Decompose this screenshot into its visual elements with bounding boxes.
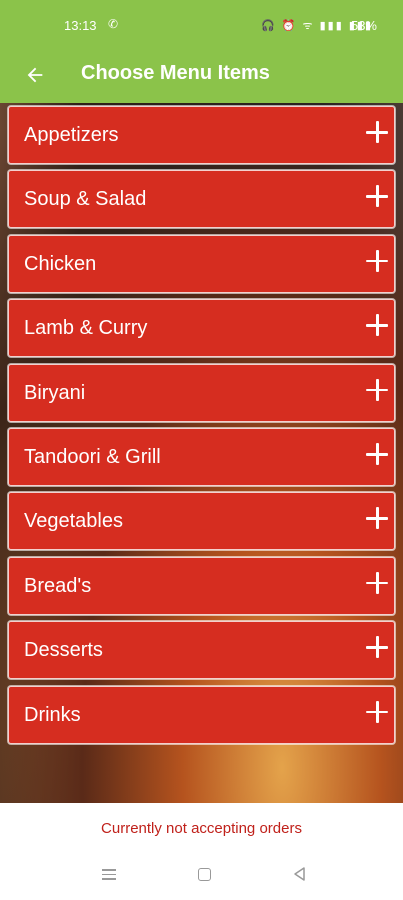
category-label: Biryani — [24, 381, 86, 404]
category-label: Soup & Salad — [24, 188, 147, 211]
category-label: Bread's — [24, 574, 92, 597]
category-label: Tandoori & Grill — [24, 445, 161, 468]
menu-category-desserts[interactable]: Desserts — [8, 621, 395, 680]
plus-icon[interactable] — [366, 571, 388, 594]
menu-category-lamb-curry[interactable]: Lamb & Curry — [8, 299, 395, 358]
menu-category-tandoori-grill[interactable]: Tandoori & Grill — [8, 427, 395, 486]
menu-category-vegetables[interactable]: Vegetables — [8, 492, 395, 551]
menu-icon[interactable] — [100, 866, 120, 886]
status-bar: 13:13 ✆ 🎧 ⏰ ᯤ ▮▮▮ ▮▮▮ 53% — [0, 0, 403, 50]
plus-icon[interactable] — [366, 507, 388, 530]
status-time: 13:13 — [64, 18, 97, 33]
category-label: Chicken — [24, 252, 97, 275]
arrow-left-icon[interactable] — [18, 58, 52, 92]
plus-icon[interactable] — [366, 636, 388, 659]
plus-icon[interactable] — [366, 314, 388, 337]
plus-icon[interactable] — [366, 700, 388, 723]
category-label: Appetizers — [24, 124, 119, 146]
home-icon[interactable] — [196, 866, 216, 886]
plus-icon[interactable] — [366, 378, 388, 401]
category-label: Desserts — [24, 639, 103, 662]
app-bar: Choose Menu Items — [0, 50, 403, 103]
battery-level: 53% — [350, 18, 377, 33]
menu-category-chicken[interactable]: Chicken — [8, 234, 395, 293]
order-status-footer: Currently not accepting orders — [0, 803, 403, 853]
category-label: Lamb & Curry — [24, 317, 148, 340]
category-label: Drinks — [24, 703, 81, 726]
back-triangle-icon[interactable] — [292, 866, 312, 886]
plus-icon[interactable] — [366, 442, 388, 465]
menu-category-biryani[interactable]: Biryani — [8, 363, 395, 422]
plus-icon[interactable] — [366, 121, 388, 143]
page-title: Choose Menu Items — [81, 62, 270, 84]
menu-category-breads[interactable]: Bread's — [8, 556, 395, 615]
plus-icon[interactable] — [366, 249, 388, 272]
menu-category-drinks[interactable]: Drinks — [8, 685, 395, 744]
menu-category-appetizers[interactable]: Appetizers — [8, 106, 395, 164]
menu-category-soup-salad[interactable]: Soup & Salad — [8, 170, 395, 229]
plus-icon[interactable] — [366, 185, 388, 208]
order-status-text: Currently not accepting orders — [101, 820, 302, 837]
category-label: Vegetables — [24, 510, 123, 533]
menu-category-list: Appetizers Soup & Salad Chicken Lamb & C… — [8, 106, 395, 750]
system-nav-bar — [0, 853, 403, 900]
phone-icon: ✆ — [108, 17, 119, 31]
